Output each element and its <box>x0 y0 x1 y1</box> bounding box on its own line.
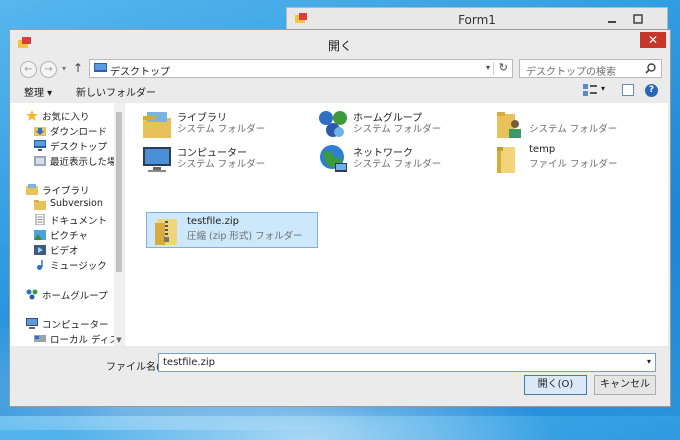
documents-icon <box>35 214 45 225</box>
search-input[interactable]: デスクトップの検索 <box>519 59 662 78</box>
nav-scrollbar-thumb[interactable] <box>116 112 122 272</box>
sidebar-label: ドキュメント <box>50 216 108 227</box>
folder-icon <box>34 200 46 210</box>
zip-folder-icon <box>155 219 177 245</box>
scroll-down-arrow[interactable]: ▼ <box>114 336 124 346</box>
minimize-icon[interactable] <box>605 12 619 26</box>
command-bar: 整理 ▾ 新しいフォルダー ▾ ? <box>10 82 670 100</box>
search-placeholder: デスクトップの検索 <box>526 67 616 78</box>
sidebar-label: お気に入り <box>42 112 90 123</box>
network-icon <box>320 145 347 172</box>
item-type: 圧縮 (zip 形式) フォルダー <box>187 231 303 242</box>
sidebar-label: デスクトップ <box>50 142 108 153</box>
sidebar-label: ミュージック <box>50 261 107 272</box>
sidebar-label: ダウンロード <box>50 127 108 138</box>
file-list: ライブラリ システム フォルダー ホームグループ システム フォルダー システム… <box>125 103 668 346</box>
sidebar-label: 最近表示した場所 <box>50 157 114 168</box>
dialog-titlebar[interactable]: 開く ✕ <box>10 30 670 58</box>
item-type: システム フォルダー <box>353 159 442 170</box>
sidebar-label: コンピューター <box>42 320 109 331</box>
star-icon <box>26 110 38 121</box>
item-type: システム フォルダー <box>529 124 618 135</box>
recent-places-icon <box>34 156 46 166</box>
computer-icon <box>143 147 171 172</box>
folder-icon <box>497 147 515 173</box>
address-bar[interactable]: デスクトップ ▾ ↻ <box>89 59 513 78</box>
user-folder-icon <box>497 112 521 138</box>
new-folder-button[interactable]: 新しいフォルダー <box>76 84 156 99</box>
sidebar-label: ローカル ディスク (C <box>50 335 114 346</box>
open-button[interactable]: 開く(O) <box>524 375 587 395</box>
pictures-icon <box>34 230 46 240</box>
address-path: デスクトップ <box>110 67 170 78</box>
address-dropdown[interactable]: ▾ <box>486 63 490 72</box>
library-icon <box>26 184 38 195</box>
desktop-icon <box>34 140 46 151</box>
forward-button[interactable]: → <box>40 61 57 78</box>
item-type: ファイル フォルダー <box>529 159 618 170</box>
item-type: システム フォルダー <box>353 124 442 135</box>
filename-field[interactable]: testfile.zip ▾ <box>158 353 656 372</box>
sidebar-label: ピクチャ <box>50 231 88 242</box>
help-icon[interactable]: ? <box>645 84 658 97</box>
homegroup-icon <box>26 289 38 300</box>
refresh-icon[interactable]: ↻ <box>499 61 508 74</box>
open-file-dialog: 開く ✕ ← → ▾ ↑ デスクトップ ▾ ↻ デスクトップの検索 整理 ▾ 新… <box>9 29 671 407</box>
item-name: temp <box>529 144 556 155</box>
videos-icon <box>34 245 46 255</box>
music-icon <box>37 260 43 270</box>
view-options-icon[interactable] <box>583 84 597 96</box>
address-separator <box>493 62 494 75</box>
list-item[interactable]: ライブラリ システム フォルダー <box>137 106 309 142</box>
sidebar-label: ライブラリ <box>42 186 90 197</box>
list-item[interactable]: コンピューター システム フォルダー <box>137 141 309 177</box>
cancel-button[interactable]: キャンセル <box>594 375 656 395</box>
filename-value: testfile.zip <box>163 357 215 368</box>
computer-icon <box>26 318 38 329</box>
download-folder-icon <box>34 127 46 136</box>
search-icon[interactable] <box>645 63 656 74</box>
desktop-icon <box>94 63 107 72</box>
preview-pane-icon[interactable] <box>622 84 634 96</box>
item-type: システム フォルダー <box>177 159 266 170</box>
sidebar-label: Subversion <box>50 198 103 209</box>
list-item[interactable]: ネットワーク システム フォルダー <box>313 141 485 177</box>
list-item-selected[interactable]: testfile.zip 圧縮 (zip 形式) フォルダー <box>146 212 318 248</box>
filename-dropdown[interactable]: ▾ <box>647 357 651 366</box>
drive-icon <box>34 335 46 342</box>
up-button[interactable]: ↑ <box>73 61 83 75</box>
back-button[interactable]: ← <box>20 61 37 78</box>
homegroup-icon <box>319 111 347 137</box>
library-icon <box>143 112 171 138</box>
item-type: システム フォルダー <box>177 124 266 135</box>
item-name: testfile.zip <box>187 216 239 227</box>
list-item[interactable]: システム フォルダー <box>489 106 661 142</box>
view-dropdown[interactable]: ▾ <box>601 84 605 93</box>
maximize-icon[interactable] <box>631 12 645 26</box>
sidebar-label: ホームグループ <box>42 291 108 302</box>
history-dropdown[interactable]: ▾ <box>62 64 66 73</box>
sidebar-label: ビデオ <box>50 246 79 257</box>
list-item[interactable]: ホームグループ システム フォルダー <box>313 106 485 142</box>
navigation-bar: ← → ▾ ↑ デスクトップ ▾ ↻ デスクトップの検索 <box>10 58 670 80</box>
organize-menu[interactable]: 整理 ▾ <box>24 84 52 99</box>
navigation-pane: お気に入り ダウンロード デスクトップ 最近表示した場所 ライブラリ Subve… <box>10 103 114 346</box>
dialog-title: 開く <box>327 39 352 53</box>
list-item[interactable]: temp ファイル フォルダー <box>489 141 661 177</box>
close-button[interactable]: ✕ <box>640 32 666 48</box>
